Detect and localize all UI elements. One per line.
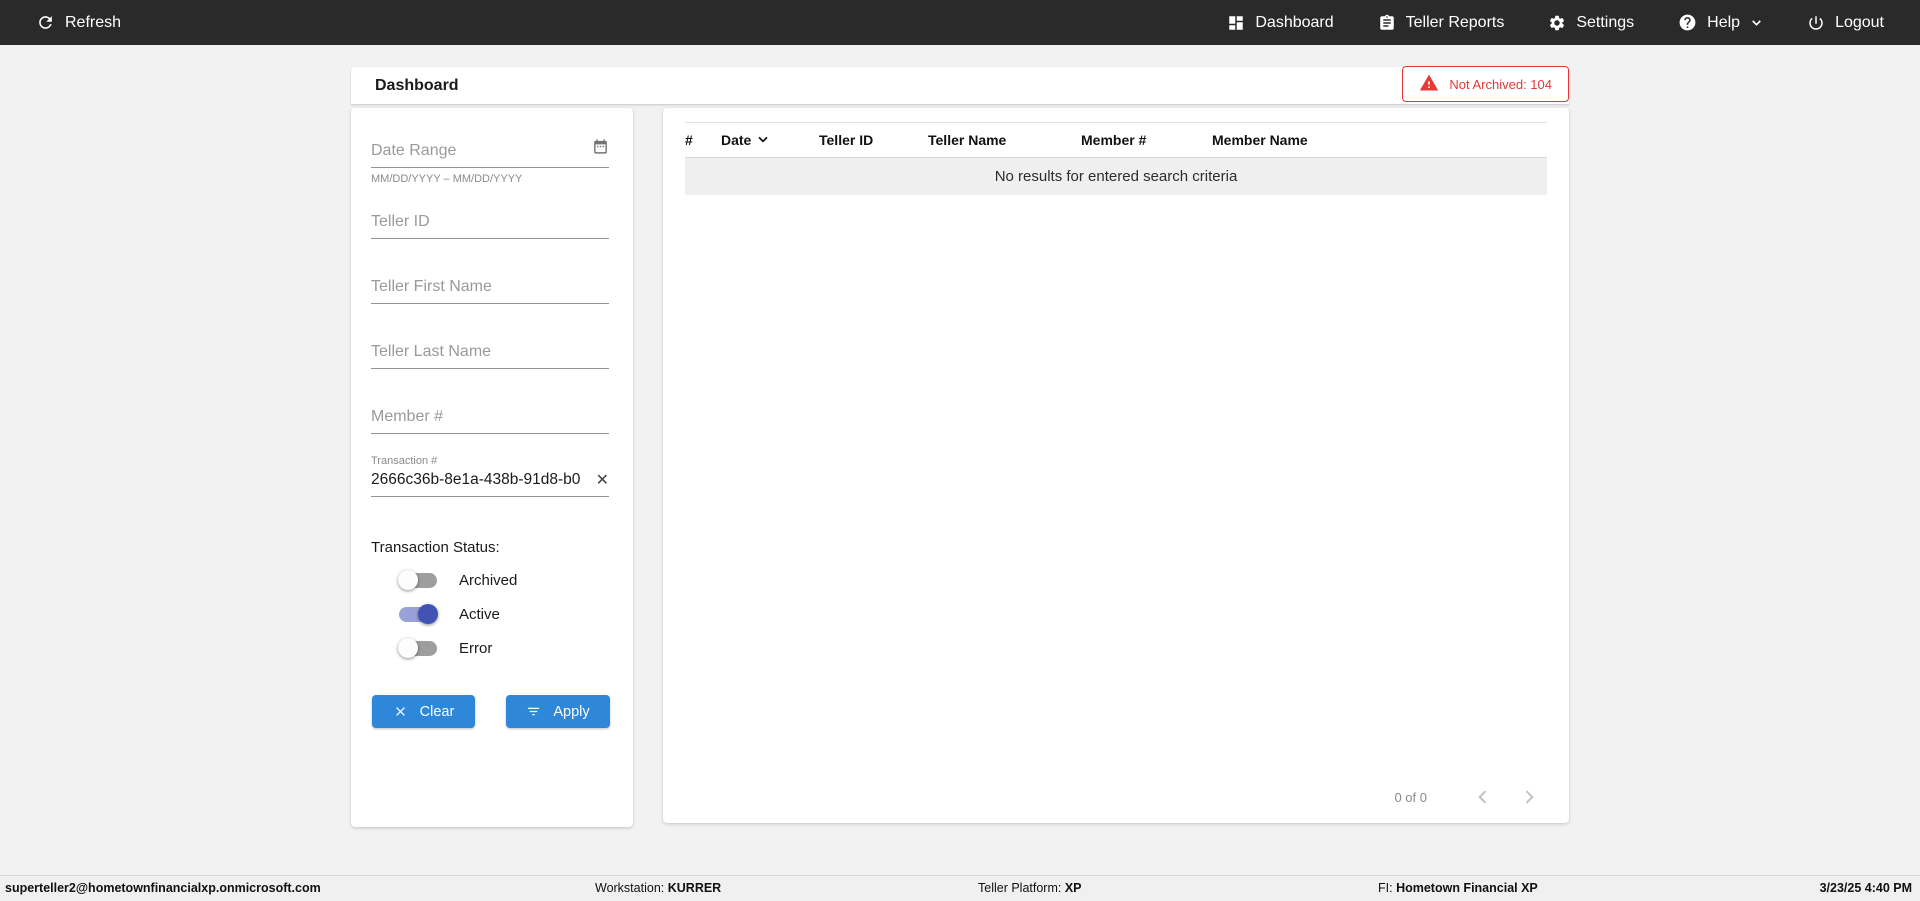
next-page-button[interactable] xyxy=(1519,787,1539,807)
warning-triangle-icon xyxy=(1419,73,1439,96)
error-toggle[interactable] xyxy=(398,638,437,658)
archived-toggle-row: Archived xyxy=(398,570,518,590)
transaction-number-value[interactable]: 2666c36b-8e1a-438b-91d8-b0 xyxy=(371,471,580,489)
status-user-email: superteller2@hometownfinancialxp.onmicro… xyxy=(5,881,321,895)
teller-id-placeholder: Teller ID xyxy=(371,213,430,230)
refresh-icon xyxy=(36,13,55,32)
member-number-placeholder: Member # xyxy=(371,408,444,425)
help-icon xyxy=(1678,13,1697,32)
empty-results-message: No results for entered search criteria xyxy=(994,168,1238,185)
column-header-member-name: Member Name xyxy=(1212,132,1308,148)
nav-help-label: Help xyxy=(1707,13,1741,31)
active-toggle-row: Active xyxy=(399,604,500,624)
teller-first-name-placeholder: Teller First Name xyxy=(371,278,492,295)
workstation-label: Workstation: xyxy=(595,881,665,895)
date-range-field[interactable]: Date Range MM/DD/YYYY – MM/DD/YYYY xyxy=(371,138,609,185)
archived-toggle-label: Archived xyxy=(459,571,518,589)
top-navbar: Refresh Dashboard Teller Reports Setting… xyxy=(0,0,1920,45)
teller-id-field[interactable]: Teller ID xyxy=(371,213,609,239)
pagination: 0 of 0 xyxy=(1394,787,1539,807)
error-toggle-label: Error xyxy=(459,639,493,657)
power-icon xyxy=(1807,14,1825,32)
column-header-date[interactable]: Date xyxy=(721,131,819,150)
filter-icon xyxy=(526,704,541,719)
transaction-status-label: Transaction Status: xyxy=(371,539,500,556)
active-toggle[interactable] xyxy=(399,604,438,624)
previous-page-button[interactable] xyxy=(1473,787,1493,807)
table-header-row: # Date Teller ID Teller Name Member # Me… xyxy=(685,122,1547,158)
workstation-value: KURRER xyxy=(667,881,722,895)
clear-field-icon[interactable]: ✕ xyxy=(596,470,609,490)
status-datetime: 3/23/25 4:40 PM xyxy=(1819,881,1912,895)
column-header-teller-name: Teller Name xyxy=(928,132,1007,148)
active-toggle-label: Active xyxy=(459,605,500,623)
calendar-icon[interactable] xyxy=(592,138,609,160)
date-range-format-hint: MM/DD/YYYY – MM/DD/YYYY xyxy=(371,173,523,185)
teller-last-name-placeholder: Teller Last Name xyxy=(371,343,492,360)
empty-results-row: No results for entered search criteria xyxy=(685,158,1547,195)
teller-last-name-field[interactable]: Teller Last Name xyxy=(371,343,609,369)
nav-teller-reports[interactable]: Teller Reports xyxy=(1378,13,1505,32)
not-archived-badge[interactable]: Not Archived: 104 xyxy=(1402,66,1569,102)
refresh-label: Refresh xyxy=(65,13,122,31)
apply-button-label: Apply xyxy=(553,703,590,720)
status-financial-institution: FI: Hometown Financial XP xyxy=(1378,881,1538,895)
nav-logout[interactable]: Logout xyxy=(1807,14,1884,32)
filter-panel: Date Range MM/DD/YYYY – MM/DD/YYYY Telle… xyxy=(351,108,633,827)
nav-settings-label: Settings xyxy=(1576,13,1635,31)
nav-help[interactable]: Help xyxy=(1678,13,1763,32)
nav-teller-reports-label: Teller Reports xyxy=(1405,13,1505,31)
dashboard-icon xyxy=(1227,14,1245,32)
column-header-teller-id: Teller ID xyxy=(819,132,874,148)
column-header-date-label: Date xyxy=(721,132,752,148)
status-workstation: Workstation: KURRER xyxy=(595,881,721,895)
platform-label: Teller Platform: xyxy=(978,881,1062,895)
platform-value: XP xyxy=(1064,881,1082,895)
close-icon xyxy=(393,704,408,719)
date-range-placeholder: Date Range xyxy=(371,142,457,159)
fi-value: Hometown Financial XP xyxy=(1396,881,1538,895)
nav-logout-label: Logout xyxy=(1835,13,1884,31)
nav-dashboard[interactable]: Dashboard xyxy=(1227,13,1334,32)
status-bar: superteller2@hometownfinancialxp.onmicro… xyxy=(0,875,1920,901)
clear-button-label: Clear xyxy=(419,703,455,720)
status-teller-platform: Teller Platform: XP xyxy=(978,881,1082,895)
transaction-number-label: Transaction # xyxy=(371,455,438,467)
nav-settings[interactable]: Settings xyxy=(1548,14,1634,32)
fi-label: FI: xyxy=(1378,881,1393,895)
transaction-number-field[interactable]: Transaction # 2666c36b-8e1a-438b-91d8-b0… xyxy=(371,455,609,497)
chevron-down-icon xyxy=(1750,16,1763,29)
member-number-field[interactable]: Member # xyxy=(371,408,609,434)
gear-icon xyxy=(1548,14,1566,32)
page-range-label: 0 of 0 xyxy=(1394,789,1427,805)
nav-dashboard-label: Dashboard xyxy=(1255,13,1334,31)
results-panel: # Date Teller ID Teller Name Member # Me… xyxy=(663,108,1569,823)
error-toggle-row: Error xyxy=(398,638,493,658)
page-header: Dashboard Not Archived: 104 xyxy=(351,66,1569,104)
not-archived-label: Not Archived: 104 xyxy=(1449,76,1552,92)
apply-button[interactable]: Apply xyxy=(506,695,610,728)
clear-button[interactable]: Clear xyxy=(372,695,475,728)
clipboard-icon xyxy=(1378,14,1396,32)
column-header-number: # xyxy=(685,132,693,148)
refresh-button[interactable]: Refresh xyxy=(36,13,121,32)
teller-first-name-field[interactable]: Teller First Name xyxy=(371,278,609,304)
page-title: Dashboard xyxy=(375,76,459,94)
archived-toggle[interactable] xyxy=(398,570,437,590)
sort-desc-icon xyxy=(755,131,771,150)
column-header-member-number: Member # xyxy=(1081,132,1147,148)
